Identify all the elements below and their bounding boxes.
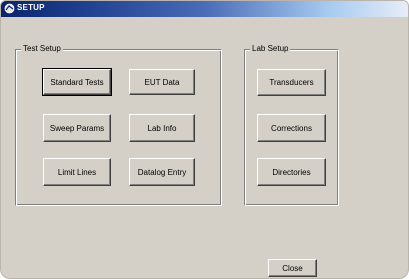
close-button[interactable]: Close — [268, 259, 317, 277]
limit-lines-button[interactable]: Limit Lines — [43, 158, 111, 186]
title-bar[interactable]: SETUP — [1, 1, 408, 17]
eut-data-button[interactable]: EUT Data — [129, 69, 195, 95]
datalog-entry-button[interactable]: Datalog Entry — [129, 158, 195, 186]
directories-button[interactable]: Directories — [257, 158, 326, 186]
app-icon — [4, 3, 15, 14]
corrections-button[interactable]: Corrections — [257, 114, 326, 142]
standard-tests-button[interactable]: Standard Tests — [42, 68, 112, 96]
setup-window: SETUP Test Setup Standard Tests EUT Data… — [0, 0, 409, 279]
window-title: SETUP — [17, 3, 45, 12]
lab-info-button[interactable]: Lab Info — [129, 114, 195, 142]
lab-setup-legend: Lab Setup — [250, 44, 291, 54]
transducers-button[interactable]: Transducers — [257, 69, 326, 96]
test-setup-legend: Test Setup — [21, 44, 63, 54]
sweep-params-button[interactable]: Sweep Params — [43, 114, 111, 142]
